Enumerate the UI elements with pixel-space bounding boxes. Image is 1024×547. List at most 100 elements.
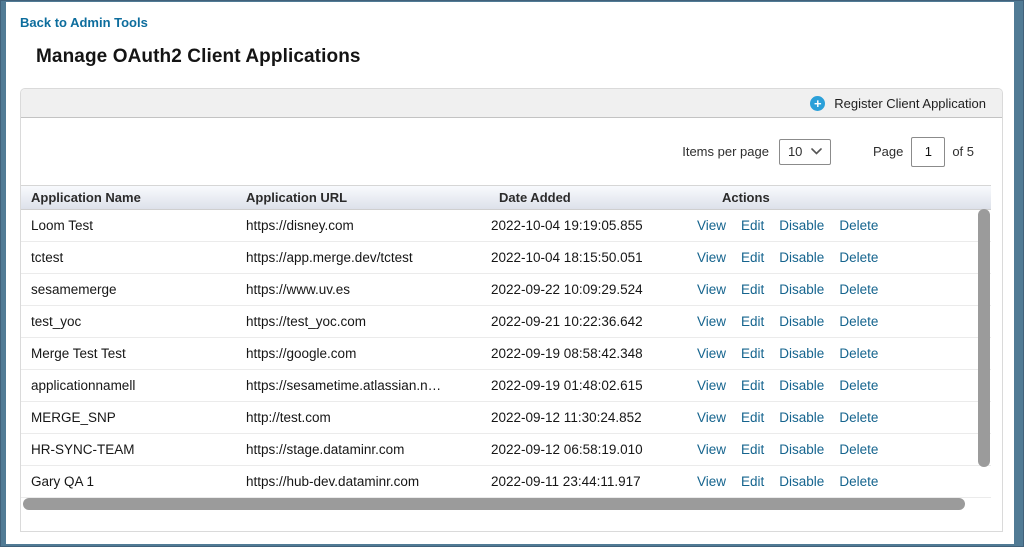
table-row: test_yoc https://test_yoc.com 2022-09-21… [21,306,991,338]
horizontal-scrollbar-thumb[interactable] [23,498,965,510]
date-added-cell: 2022-09-12 06:58:19.010 [481,442,697,457]
page-label: Page [873,144,903,159]
table-row: Gary QA 1 https://hub-dev.dataminr.com 2… [21,466,991,498]
edit-link[interactable]: Edit [741,378,764,393]
actions-cell: View Edit Disable Delete [697,346,991,361]
delete-link[interactable]: Delete [839,346,878,361]
view-link[interactable]: View [697,346,726,361]
edit-link[interactable]: Edit [741,346,764,361]
disable-link[interactable]: Disable [779,378,824,393]
table-body: Loom Test https://disney.com 2022-10-04 … [21,210,991,498]
items-per-page-value: 10 [788,144,802,159]
pagination-bar: Items per page 10 Page of 5 [21,118,1002,185]
items-per-page-select[interactable]: 10 [779,139,831,165]
table-row: MERGE_SNP http://test.com 2022-09-12 11:… [21,402,991,434]
actions-cell: View Edit Disable Delete [697,410,991,425]
delete-link[interactable]: Delete [839,410,878,425]
application-name-cell: Loom Test [21,218,236,233]
delete-link[interactable]: Delete [839,218,878,233]
application-url-cell: https://google.com [236,346,481,361]
page-count-label: of 5 [952,144,974,159]
back-to-admin-tools-link[interactable]: Back to Admin Tools [20,15,148,30]
edit-link[interactable]: Edit [741,218,764,233]
add-plus-icon[interactable]: + [810,96,825,111]
column-application-url: Application URL [236,190,481,205]
delete-link[interactable]: Delete [839,474,878,489]
table-row: Loom Test https://disney.com 2022-10-04 … [21,210,991,242]
register-client-application-button[interactable]: Register Client Application [834,96,986,111]
disable-link[interactable]: Disable [779,314,824,329]
applications-panel: + Register Client Application Items per … [20,88,1003,532]
date-added-cell: 2022-09-19 01:48:02.615 [481,378,697,393]
view-link[interactable]: View [697,218,726,233]
view-link[interactable]: View [697,314,726,329]
application-name-cell: Merge Test Test [21,346,236,361]
delete-link[interactable]: Delete [839,250,878,265]
application-name-cell: HR-SYNC-TEAM [21,442,236,457]
column-application-name: Application Name [21,190,236,205]
date-added-cell: 2022-09-11 23:44:11.917 [481,474,697,489]
date-added-cell: 2022-09-19 08:58:42.348 [481,346,697,361]
delete-link[interactable]: Delete [839,378,878,393]
table-row: tctest https://app.merge.dev/tctest 2022… [21,242,991,274]
disable-link[interactable]: Disable [779,250,824,265]
chevron-down-icon [811,148,822,155]
view-link[interactable]: View [697,378,726,393]
column-date-added: Date Added [481,190,697,205]
panel-toolbar: + Register Client Application [21,89,1002,118]
view-link[interactable]: View [697,442,726,457]
view-link[interactable]: View [697,250,726,265]
application-url-cell: http://test.com [236,410,481,425]
page-content: Back to Admin Tools Manage OAuth2 Client… [6,2,1014,544]
disable-link[interactable]: Disable [779,410,824,425]
date-added-cell: 2022-10-04 19:19:05.855 [481,218,697,233]
edit-link[interactable]: Edit [741,282,764,297]
edit-link[interactable]: Edit [741,410,764,425]
table-row: sesamemerge https://www.uv.es 2022-09-22… [21,274,991,306]
actions-cell: View Edit Disable Delete [697,442,991,457]
delete-link[interactable]: Delete [839,442,878,457]
applications-table: Application Name Application URL Date Ad… [21,185,991,498]
application-url-cell: https://app.merge.dev/tctest [236,250,481,265]
actions-cell: View Edit Disable Delete [697,218,991,233]
delete-link[interactable]: Delete [839,314,878,329]
application-name-cell: MERGE_SNP [21,410,236,425]
items-per-page-label: Items per page [682,144,769,159]
table-header-row: Application Name Application URL Date Ad… [21,185,991,210]
page-number-input[interactable] [911,137,945,167]
actions-cell: View Edit Disable Delete [697,378,991,393]
view-link[interactable]: View [697,282,726,297]
edit-link[interactable]: Edit [741,474,764,489]
view-link[interactable]: View [697,474,726,489]
application-name-cell: Gary QA 1 [21,474,236,489]
actions-cell: View Edit Disable Delete [697,314,991,329]
edit-link[interactable]: Edit [741,314,764,329]
application-name-cell: test_yoc [21,314,236,329]
actions-cell: View Edit Disable Delete [697,250,991,265]
date-added-cell: 2022-10-04 18:15:50.051 [481,250,697,265]
date-added-cell: 2022-09-21 10:22:36.642 [481,314,697,329]
application-url-cell: https://test_yoc.com [236,314,481,329]
view-link[interactable]: View [697,410,726,425]
application-name-cell: sesamemerge [21,282,236,297]
delete-link[interactable]: Delete [839,282,878,297]
edit-link[interactable]: Edit [741,250,764,265]
application-url-cell: https://hub-dev.dataminr.com [236,474,481,489]
disable-link[interactable]: Disable [779,346,824,361]
edit-link[interactable]: Edit [741,442,764,457]
application-url-cell: https://disney.com [236,218,481,233]
application-url-cell: https://www.uv.es [236,282,481,297]
table-row: Merge Test Test https://google.com 2022-… [21,338,991,370]
date-added-cell: 2022-09-22 10:09:29.524 [481,282,697,297]
disable-link[interactable]: Disable [779,474,824,489]
disable-link[interactable]: Disable [779,218,824,233]
table-row: applicationnamell https://sesametime.atl… [21,370,991,402]
application-name-cell: applicationnamell [21,378,236,393]
date-added-cell: 2022-09-12 11:30:24.852 [481,410,697,425]
application-url-cell: https://sesametime.atlassian.n… [236,378,481,393]
disable-link[interactable]: Disable [779,282,824,297]
table-row: HR-SYNC-TEAM https://stage.dataminr.com … [21,434,991,466]
page-title: Manage OAuth2 Client Applications [36,46,361,68]
vertical-scrollbar-thumb[interactable] [978,209,990,467]
disable-link[interactable]: Disable [779,442,824,457]
